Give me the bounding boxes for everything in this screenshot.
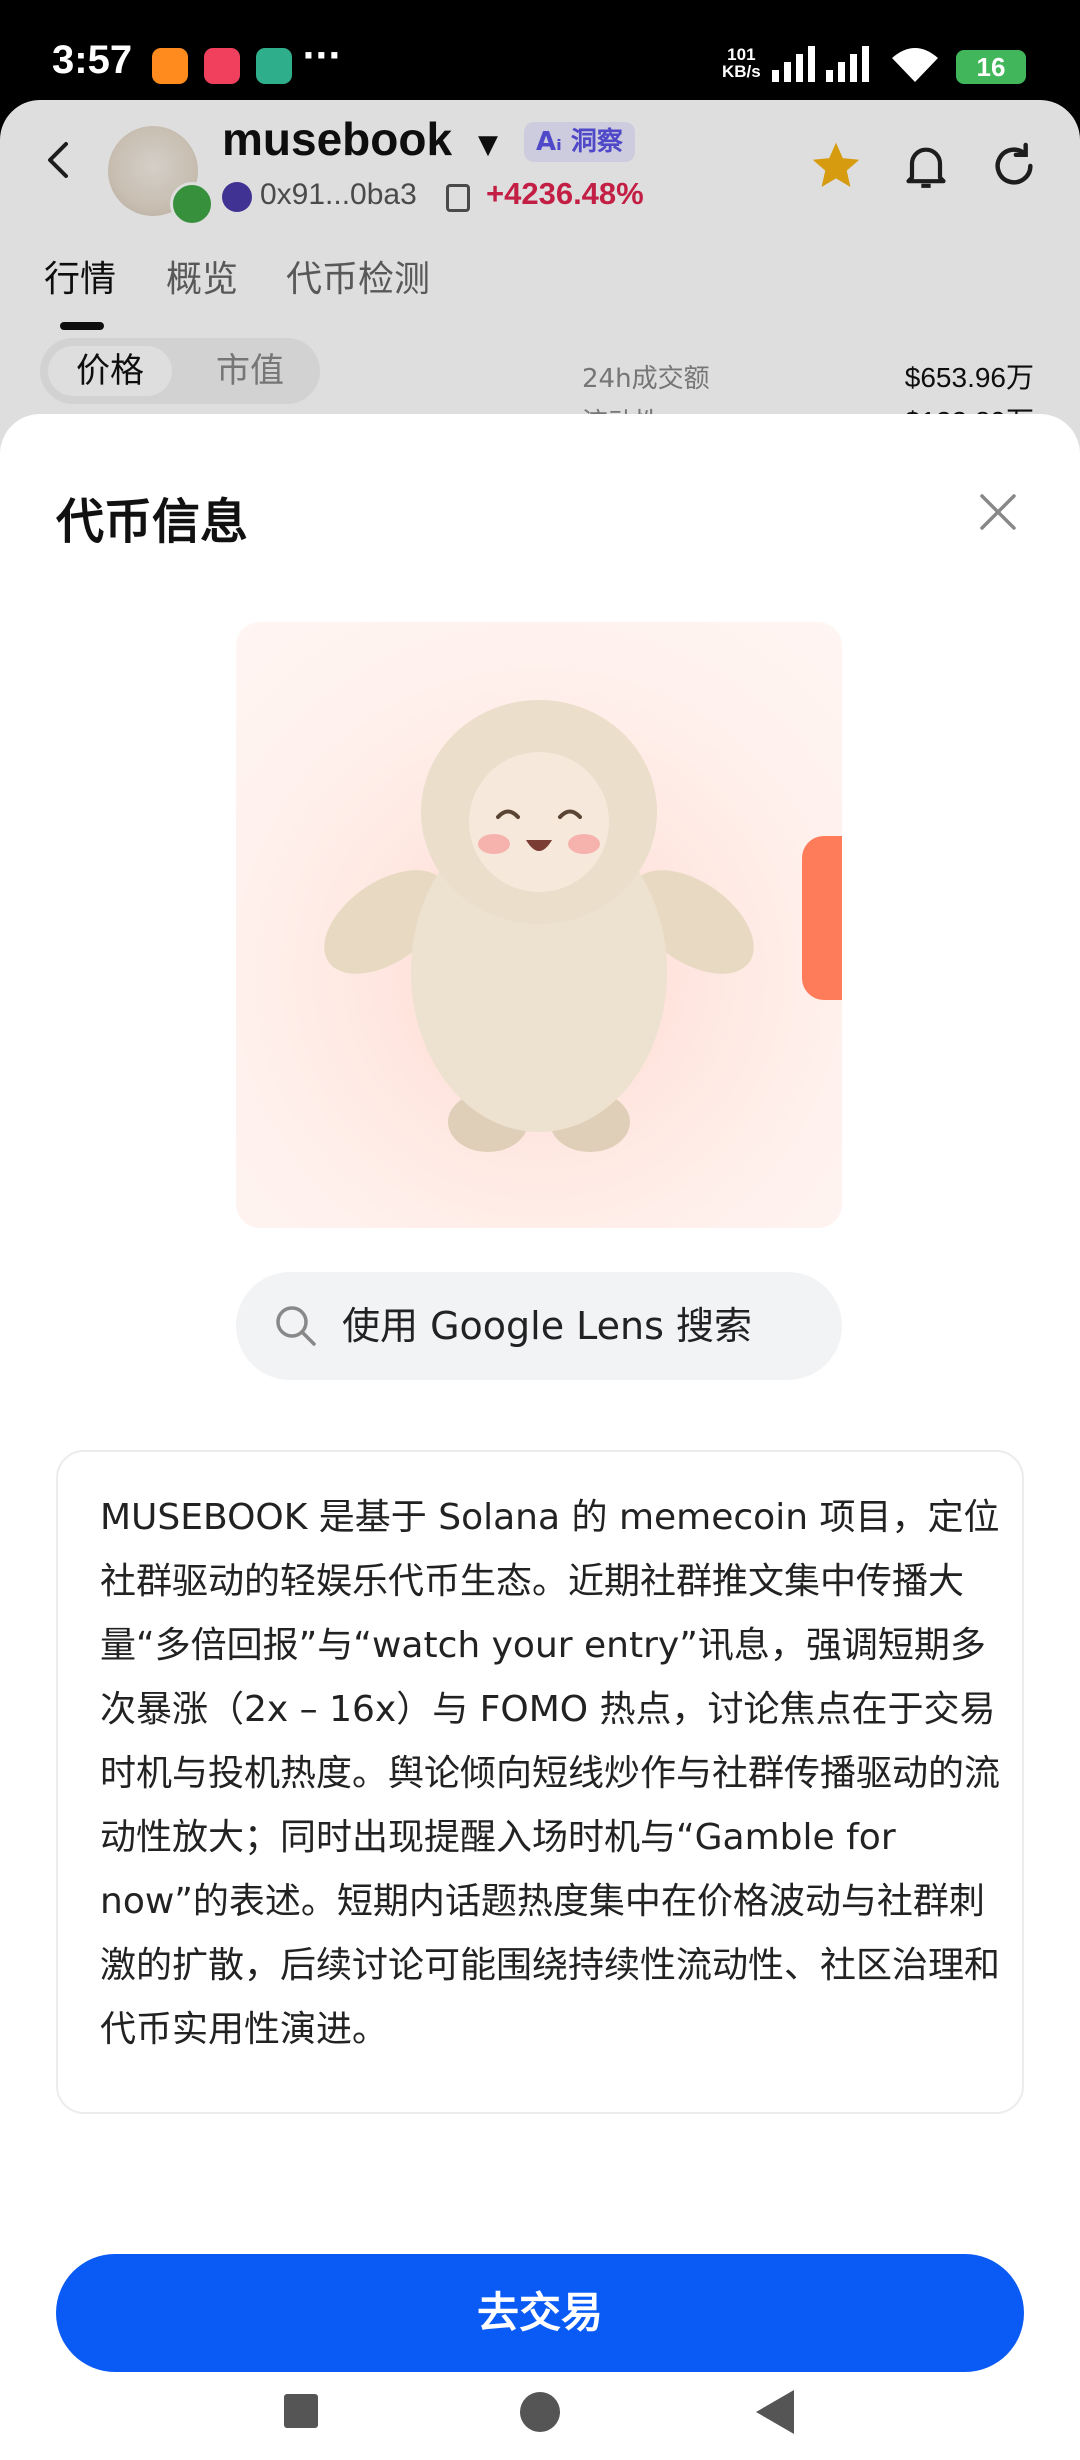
bell-icon[interactable] [898, 138, 954, 194]
mascot-illustration [324, 700, 754, 1152]
token-description: MUSEBOOK 是基于 Solana 的 memecoin 项目，定位社群驱动… [100, 1497, 1001, 2050]
price-mcap-toggle: 价格 市值 [40, 338, 320, 404]
battery-icon: 16 [956, 50, 1026, 84]
refresh-icon[interactable] [986, 138, 1042, 194]
google-lens-label: 使用 Google Lens 搜索 [342, 1304, 753, 1348]
chain-icon [222, 182, 252, 212]
tab-overview[interactable]: 概览 [166, 250, 238, 302]
tab-token-check[interactable]: 代币检测 [286, 250, 430, 302]
status-bar: 3:57 ··· 101 KB/s 16 [0, 0, 1080, 100]
app-notification-icon [204, 48, 240, 84]
close-icon[interactable] [972, 486, 1024, 538]
wifi-icon [892, 48, 938, 82]
ai-insight-badge[interactable]: Aᵢ 洞察 [524, 122, 635, 162]
price-change-percent: +4236.48% [486, 176, 644, 211]
network-speed: 101 KB/s [722, 45, 761, 81]
more-notifications-icon: ··· [302, 36, 341, 76]
star-icon[interactable] [808, 138, 864, 194]
leaf-icon [170, 182, 214, 226]
sheet-title: 代币信息 [56, 494, 249, 550]
home-icon[interactable] [520, 2392, 560, 2432]
segment-market-cap[interactable]: 市值 [188, 346, 312, 396]
token-info-sheet: 代币信息 使用 Google Lens 搜索 MUSEBOOK 是基于 Sola… [0, 414, 1080, 2460]
contract-address: 0x91...0ba3 [260, 178, 417, 211]
stat-label: 24h成交额 [582, 364, 710, 394]
segment-price[interactable]: 价格 [48, 346, 172, 396]
token-image [236, 622, 842, 1228]
google-lens-button[interactable]: 使用 Google Lens 搜索 [236, 1272, 842, 1380]
token-name[interactable]: musebook [222, 112, 452, 166]
back-icon[interactable] [40, 140, 80, 180]
system-nav-bar [0, 2372, 1080, 2460]
back-nav-icon[interactable] [756, 2390, 794, 2434]
app-notification-icon [256, 48, 292, 84]
copy-icon[interactable] [446, 184, 470, 212]
signal-icon [772, 46, 815, 82]
app-notification-icon [152, 48, 188, 84]
status-time: 3:57 [52, 38, 133, 82]
recent-apps-icon[interactable] [284, 2394, 318, 2428]
stat-value: $653.96万 [904, 362, 1034, 393]
search-icon [276, 1306, 316, 1346]
token-description-card: MUSEBOOK 是基于 Solana 的 memecoin 项目，定位社群驱动… [56, 1450, 1024, 2114]
signal-icon [826, 46, 869, 82]
chevron-down-icon[interactable]: ▼ [478, 130, 498, 160]
tab-market[interactable]: 行情 [44, 250, 116, 302]
next-image-tab[interactable] [802, 836, 842, 1000]
tab-bar: 行情 概览 代币检测 [0, 250, 1080, 330]
trade-button[interactable]: 去交易 [56, 2254, 1024, 2372]
tab-indicator [60, 322, 104, 330]
